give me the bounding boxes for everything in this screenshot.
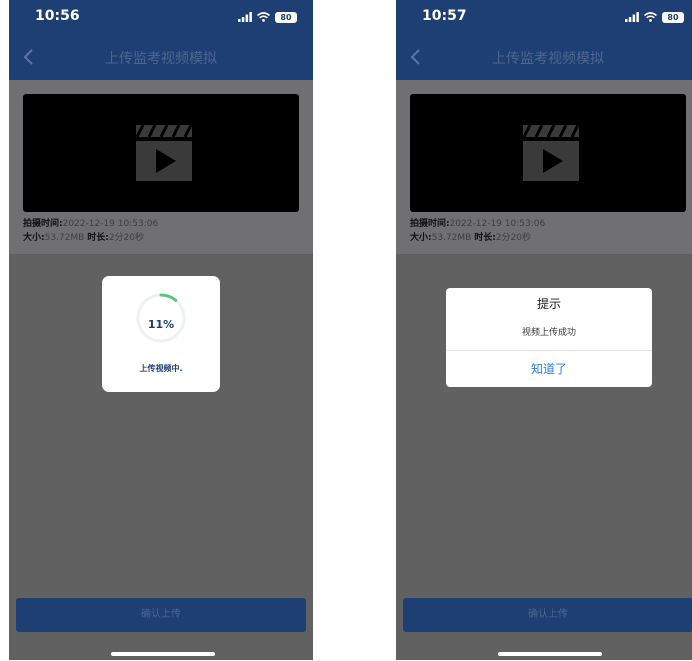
page-title: 上传监考视频模拟	[492, 51, 604, 67]
status-bar: 10:56 80	[9, 0, 313, 34]
duration-value: 2分20秒	[108, 233, 144, 243]
confirm-upload-button[interactable]: 确认上传	[16, 598, 306, 632]
wifi-icon	[644, 12, 657, 22]
progress-percent: 11%	[147, 318, 175, 331]
nav-bar: 上传监考视频模拟	[396, 34, 692, 80]
file-info: 大小:53.72MB 时长:2分20秒	[23, 230, 144, 243]
shot-time-label: 拍摄时间:	[23, 219, 63, 229]
size-value: 53.72MB	[431, 233, 472, 243]
acknowledge-button[interactable]: 知道了	[446, 351, 652, 387]
size-label: 大小:	[410, 233, 432, 243]
video-card: 拍摄时间:2022-12-19 10:53:06 大小:53.72MB 时长:2…	[9, 80, 313, 254]
video-clapper-icon	[522, 124, 580, 181]
status-icons: 80	[238, 10, 297, 24]
alert-message: 视频上传成功	[521, 328, 576, 338]
upload-success-alert: 提示 视频上传成功 知道了	[446, 288, 652, 387]
shot-time: 拍摄时间:2022-12-19 10:53:06	[23, 216, 158, 229]
size-label: 大小:	[23, 233, 45, 243]
home-indicator	[111, 652, 215, 656]
video-card: 拍摄时间:2022-12-19 10:53:06 大小:53.72MB 时长:2…	[396, 80, 692, 254]
duration-value: 2分20秒	[495, 233, 531, 243]
home-indicator	[498, 652, 602, 656]
shot-time-value: 2022-12-19 10:53:06	[449, 219, 546, 229]
status-time: 10:57	[422, 8, 467, 24]
shot-time-label: 拍摄时间:	[410, 219, 450, 229]
alert-title: 提示	[536, 297, 561, 311]
shot-time-value: 2022-12-19 10:53:06	[62, 219, 159, 229]
confirm-upload-button[interactable]: 确认上传	[403, 598, 692, 632]
battery-icon: 80	[662, 11, 684, 23]
page-title: 上传监考视频模拟	[105, 51, 217, 67]
progress-status: 上传视频中.	[139, 364, 183, 373]
video-thumbnail[interactable]	[23, 94, 299, 212]
signal-icon	[238, 12, 252, 22]
status-bar: 10:57 80	[396, 0, 692, 34]
shot-time: 拍摄时间:2022-12-19 10:53:06	[410, 216, 545, 229]
size-value: 53.72MB	[44, 233, 85, 243]
battery-icon: 80	[275, 11, 297, 23]
signal-icon	[625, 12, 639, 22]
phone-screen-uploading: 10:56 80 上传监考视频模拟 拍摄时间:2022-12-19 10:53:…	[9, 0, 313, 660]
duration-label: 时长:	[474, 233, 496, 243]
duration-label: 时长:	[87, 233, 109, 243]
phone-screen-success: 10:57 80 上传监考视频模拟 拍摄时间:2022-12-19 10:53:…	[396, 0, 692, 660]
video-clapper-icon	[135, 124, 193, 181]
file-info: 大小:53.72MB 时长:2分20秒	[410, 230, 531, 243]
video-thumbnail[interactable]	[410, 94, 686, 212]
status-time: 10:56	[35, 8, 80, 24]
wifi-icon	[257, 12, 270, 22]
upload-progress-dialog: 11% 上传视频中.	[102, 276, 220, 392]
status-icons: 80	[625, 10, 684, 24]
nav-bar: 上传监考视频模拟	[9, 34, 313, 80]
